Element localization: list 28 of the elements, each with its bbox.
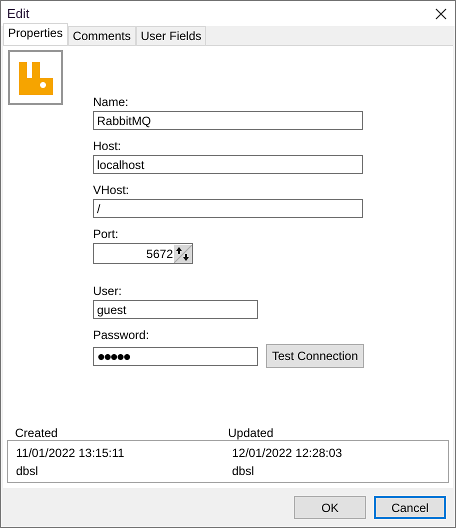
table-cell-text: 12/01/2022 12:28:03 [232, 446, 344, 460]
field-label: Port: [93, 227, 120, 241]
cancel-button[interactable]: Cancel [374, 496, 446, 519]
ok-button[interactable]: OK [294, 496, 366, 519]
field-label: VHost: [93, 183, 130, 197]
table-cell-text: 11/01/2022 13:15:11 [16, 446, 126, 460]
spinner-arrows-icon[interactable] [174, 244, 192, 262]
field-label: Password: [93, 328, 150, 342]
tab[interactable]: Comments [68, 26, 136, 45]
input-field[interactable]: guest [93, 300, 258, 319]
password-field[interactable]: ●●●●● [93, 346, 258, 366]
column-header: Created [15, 426, 59, 440]
field-label: Host: [93, 139, 122, 153]
close-icon[interactable] [435, 8, 447, 20]
rabbit-logo-icon [8, 50, 63, 105]
tab[interactable]: User Fields [136, 26, 206, 45]
input-field[interactable]: localhost [93, 155, 363, 174]
window-title: Edit [7, 6, 30, 21]
table-cell-text: dbsl [16, 464, 40, 478]
test-connection-button[interactable]: Test Connection [266, 344, 364, 368]
input-field[interactable]: RabbitMQ [93, 111, 363, 130]
tab[interactable]: Properties [3, 23, 68, 45]
field-label: Name: [93, 95, 130, 109]
field-label: User: [93, 284, 123, 298]
column-header: Updated [228, 426, 274, 440]
table-cell-text: dbsl [232, 464, 256, 478]
input-field[interactable]: / [93, 199, 363, 218]
port-spinner[interactable]: 5672 [93, 243, 193, 264]
